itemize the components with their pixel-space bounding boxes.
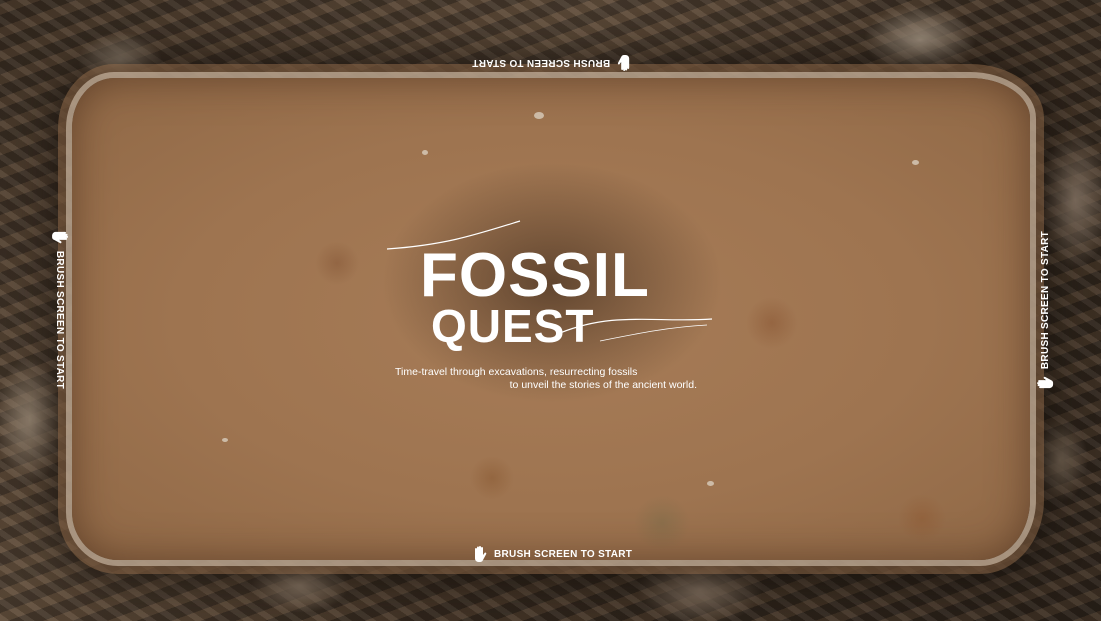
hand-icon xyxy=(617,55,630,71)
brush-prompt-label: BRUSH SCREEN TO START xyxy=(494,548,633,560)
brush-prompt-top[interactable]: BRUSH SCREEN TO START xyxy=(472,54,632,72)
pebble xyxy=(534,112,544,119)
brush-prompt-bottom[interactable]: BRUSH SCREEN TO START xyxy=(472,545,632,563)
tagline: Time-travel through excavations, resurre… xyxy=(395,366,705,392)
brush-prompt-label: BRUSH SCREEN TO START xyxy=(472,57,611,69)
brush-prompt-left[interactable]: BRUSH SCREEN TO START xyxy=(51,229,69,389)
pebble xyxy=(707,481,714,486)
pebble xyxy=(912,160,919,165)
start-screen[interactable]: FOSSIL QUEST Time-travel through excavat… xyxy=(0,0,1101,621)
brush-prompt-label: BRUSH SCREEN TO START xyxy=(54,250,66,390)
logo-title-quest: QUEST xyxy=(431,300,595,352)
game-logo: FOSSIL QUEST xyxy=(385,215,720,365)
pebble xyxy=(222,438,228,442)
brush-prompt-right[interactable]: BRUSH SCREEN TO START xyxy=(1036,231,1054,391)
pebble xyxy=(422,150,428,155)
tagline-line-2: to unveil the stories of the ancient wor… xyxy=(509,379,697,391)
hand-icon xyxy=(1037,376,1054,389)
tagline-line-1: Time-travel through excavations, resurre… xyxy=(395,366,638,378)
brush-prompt-label: BRUSH SCREEN TO START xyxy=(1039,230,1051,370)
hand-icon xyxy=(52,231,69,244)
hand-icon xyxy=(475,546,487,562)
logo-title-fossil: FOSSIL xyxy=(420,241,650,310)
